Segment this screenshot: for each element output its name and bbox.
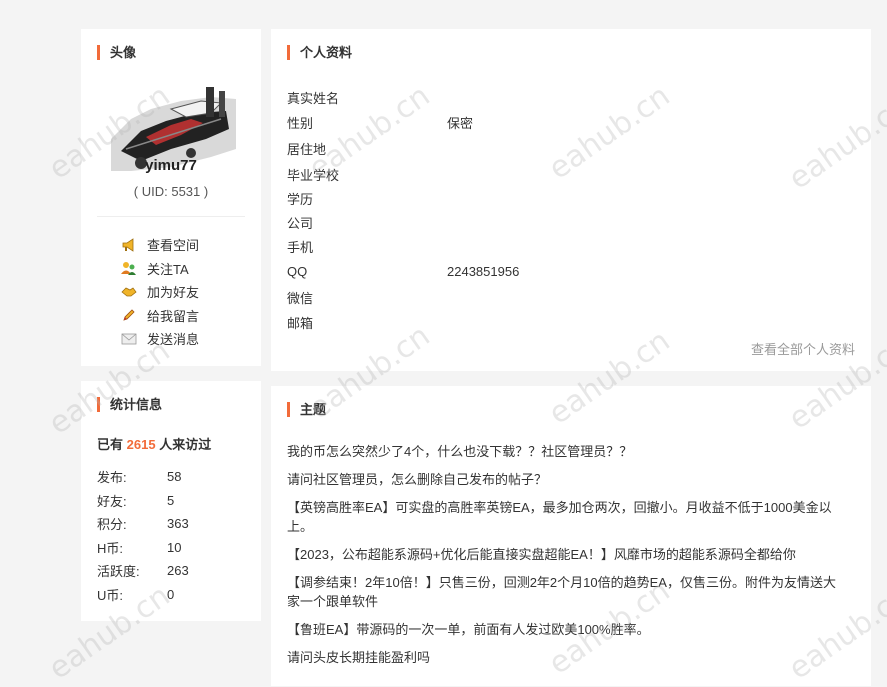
stat-key: 积分:: [97, 517, 127, 533]
profile-section-title: 个人资料: [287, 45, 352, 60]
visits-suffix: 人来访过: [159, 437, 212, 452]
stat-value: 58: [167, 469, 182, 485]
add-friend-label: 加为好友: [147, 285, 200, 301]
stat-row: 活跃度: 263: [97, 559, 189, 583]
stats-section-title: 统计信息: [97, 397, 162, 412]
megaphone-icon: [121, 237, 137, 253]
pencil-icon: [121, 307, 137, 323]
handshake-icon: [121, 284, 137, 300]
stats-card: 统计信息 已有 2615 人来访过 发布: 58 好友: 5 积分: 363 H币: 1…: [81, 381, 261, 621]
profile-value: 保密: [447, 116, 474, 131]
profile-row: 邮箱: [287, 310, 519, 335]
stat-value: 263: [167, 563, 189, 579]
send-message-link[interactable]: 发送消息: [121, 327, 199, 351]
topic-list: 我的币怎么突然少了4个，什么也没下载？？社区管理员？？ 请问社区管理员，怎么删除…: [287, 442, 847, 676]
stat-key: 好友:: [97, 493, 127, 509]
profile-key: 手机: [287, 239, 314, 255]
add-friend-link[interactable]: 加为好友: [121, 280, 199, 304]
topics-card: 主题 我的币怎么突然少了4个，什么也没下载？？社区管理员？？ 请问社区管理员，怎…: [271, 386, 871, 686]
username[interactable]: yimu77: [81, 157, 261, 174]
profile-row: 性别 保密: [287, 110, 519, 135]
stat-value: 363: [167, 516, 189, 532]
visits-prefix: 已有: [97, 437, 124, 452]
stat-key: U币:: [97, 587, 124, 603]
topic-link[interactable]: 【英镑高胜率EA】可实盘的高胜率英镑EA，最多加仓两次，回撤小。月收益不低于10…: [287, 498, 847, 536]
profile-card: 个人资料 真实姓名 性别 保密 居住地 毕业学校 学历 公司 手机 QQ 22438…: [271, 29, 871, 371]
action-list: 查看空间 关注TA 加为好友 给我留言 发送消息: [121, 233, 199, 351]
profile-key: 公司: [287, 215, 314, 231]
profile-row: 手机: [287, 234, 519, 258]
view-all-profile-link[interactable]: 查看全部个人资料: [751, 339, 855, 358]
avatar-section-title: 头像: [97, 45, 136, 60]
stat-row: 发布: 58: [97, 465, 189, 489]
stat-key: H币:: [97, 540, 124, 556]
profile-value: 2243851956: [447, 264, 520, 279]
visit-count: 已有 2615 人来访过: [97, 434, 211, 453]
profile-key: 真实姓名: [287, 91, 340, 106]
stat-value: 5: [167, 492, 175, 508]
profile-key: QQ: [287, 264, 308, 279]
divider: [97, 216, 245, 217]
follow-link[interactable]: 关注TA: [121, 257, 199, 281]
profile-row: 学历: [287, 186, 519, 210]
profile-key: 居住地: [287, 142, 327, 157]
stats-list: 发布: 58 好友: 5 积分: 363 H币: 10 活跃度: 263 U币: 0: [97, 465, 189, 606]
view-space-label: 查看空间: [147, 238, 200, 254]
stat-value: 0: [167, 586, 175, 602]
topic-link[interactable]: 我的币怎么突然少了4个，什么也没下载？？社区管理员？？: [287, 442, 847, 461]
view-space-link[interactable]: 查看空间: [121, 233, 199, 257]
follow-label: 关注TA: [147, 261, 189, 277]
profile-key: 学历: [287, 191, 314, 207]
users-icon: [121, 260, 137, 276]
stat-row: U币: 0: [97, 583, 189, 607]
user-uid: ( UID: 5531 ): [133, 184, 209, 199]
topic-link[interactable]: 请问社区管理员，怎么删除自己发布的帖子？: [287, 470, 847, 489]
send-message-label: 发送消息: [147, 332, 200, 348]
stat-value: 10: [167, 539, 182, 555]
profile-row: QQ 2243851956: [287, 258, 519, 285]
profile-key: 微信: [287, 291, 314, 306]
visits-number: 2615: [126, 437, 156, 452]
profile-list: 真实姓名 性别 保密 居住地 毕业学校 学历 公司 手机 QQ 2243851956…: [287, 85, 519, 335]
avatar-card: 头像 yimu77 ( UID: 5531 ) 查看空间 关注TA 加为好友 给…: [81, 29, 261, 366]
stat-row: 好友: 5: [97, 489, 189, 513]
profile-row: 微信: [287, 285, 519, 310]
topic-link[interactable]: 【调参结束！2年10倍！】只售三份，回测2年2个月10倍的趋势EA，仅售三份。附…: [287, 573, 847, 611]
topics-section-title: 主题: [287, 402, 326, 417]
profile-row: 居住地: [287, 135, 519, 162]
leave-message-label: 给我留言: [147, 308, 200, 324]
profile-key: 性别: [287, 116, 314, 131]
profile-row: 真实姓名: [287, 85, 519, 110]
profile-key: 邮箱: [287, 316, 314, 331]
profile-row: 毕业学校: [287, 162, 519, 186]
envelope-icon: [121, 331, 137, 347]
stat-row: H币: 10: [97, 536, 189, 560]
leave-message-link[interactable]: 给我留言: [121, 304, 199, 328]
topic-link[interactable]: 请问头皮长期挂能盈利吗: [287, 648, 847, 667]
profile-row: 公司: [287, 210, 519, 234]
topic-link[interactable]: 【2023，公布超能系源码+优化后能直接实盘超能EA！】风靡市场的超能系源码全都…: [287, 545, 847, 564]
stat-key: 发布:: [97, 470, 127, 486]
profile-key: 毕业学校: [287, 167, 340, 183]
topic-link[interactable]: 【鲁班EA】带源码的一次一单，前面有人发过欧美100%胜率。: [287, 620, 847, 639]
stat-row: 积分: 363: [97, 512, 189, 536]
stat-key: 活跃度:: [97, 564, 140, 580]
